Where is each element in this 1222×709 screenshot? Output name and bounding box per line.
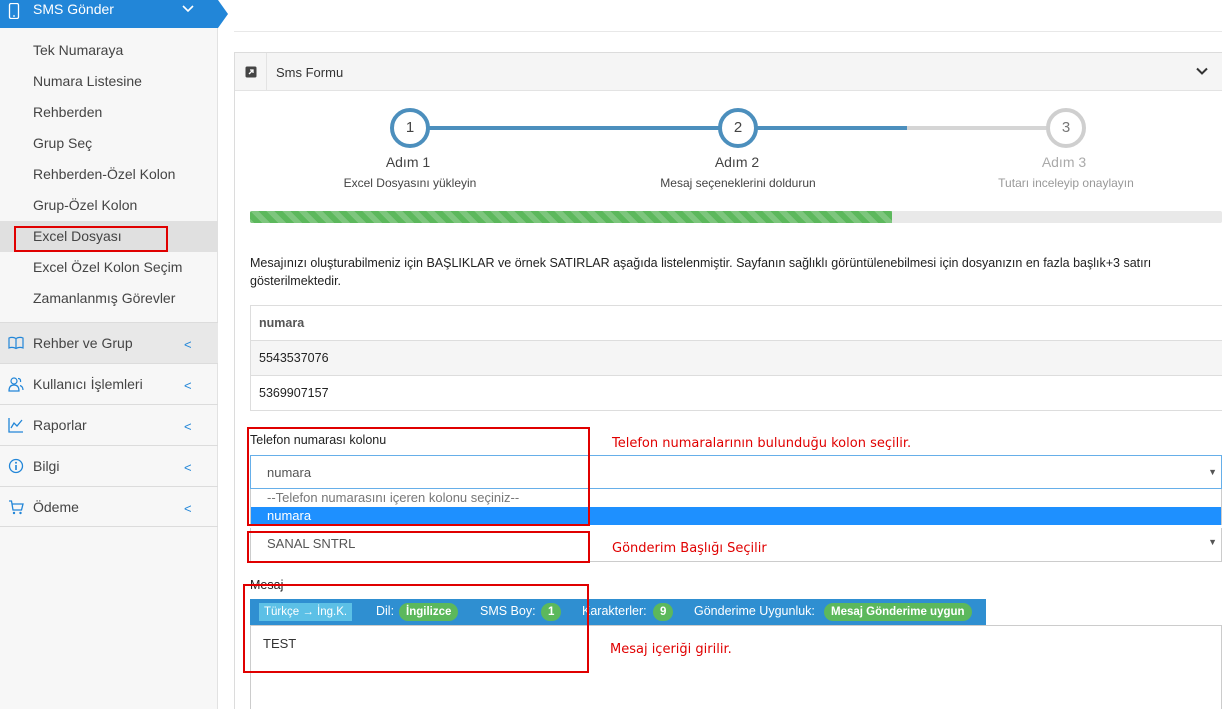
book-icon (8, 336, 24, 350)
annotation-phone: Telefon numaralarının bulunduğu kolon se… (612, 436, 912, 451)
chevron-left-icon: < (184, 501, 192, 516)
expand-button[interactable] (235, 53, 267, 91)
caret-down-icon: ▼ (1208, 467, 1217, 477)
chars-badge: 9 (653, 603, 674, 621)
info-text: Mesajınızı oluşturabilmeniz için BAŞLIKL… (250, 256, 1152, 288)
step-1-title: Adım 1 (385, 154, 431, 170)
sidebar: SMS Gönder Tek Numaraya Numara Listesine… (0, 0, 228, 709)
step-2-desc: Mesaj seçeneklerini doldurun (660, 176, 816, 190)
sidebar-item-label: Excel Özel Kolon Seçim (33, 259, 183, 275)
chevron-left-icon: < (184, 419, 192, 434)
step-1-desc: Excel Dosyasını yükleyin (343, 176, 477, 190)
table-row: 5543537076 (250, 341, 1222, 376)
caret-down-icon: ▼ (1208, 537, 1217, 547)
step-2-circle: 2 (718, 108, 758, 148)
sidebar-item-label: Tek Numaraya (33, 42, 124, 58)
step-3-desc: Tutarı inceleyip onaylayın (998, 176, 1134, 190)
sidebar-item-label: Numara Listesine (33, 73, 142, 89)
sidebar-item-grup-sec[interactable]: Grup Seç (0, 128, 218, 159)
panel-title: Sms Formu (276, 65, 344, 80)
annotation-box-excel (14, 226, 168, 252)
sidebar-group-rehber-ve-grup[interactable]: Rehber ve Grup < (0, 322, 218, 363)
table-cell: 5543537076 (259, 351, 329, 365)
active-pointer (218, 0, 228, 28)
step-connector-pending (907, 126, 1065, 130)
step-1-circle: 1 (390, 108, 430, 148)
menu-sms-gonder-label: SMS Gönder (33, 1, 114, 17)
sidebar-item-zamanlanmis-gorevler[interactable]: Zamanlanmış Görevler (0, 283, 218, 314)
panel-header: Sms Formu (235, 53, 1222, 91)
table-cell: 5369907157 (259, 386, 329, 400)
sidebar-item-rehberden-ozel-kolon[interactable]: Rehberden-Özel Kolon (0, 159, 218, 190)
cart-icon (9, 500, 24, 515)
table-header-cell: numara (259, 316, 305, 330)
sidebar-item-excel-ozel-kolon-secim[interactable]: Excel Özel Kolon Seçim (0, 252, 218, 283)
annotation-box-message (243, 584, 589, 673)
sidebar-item-numara-listesine[interactable]: Numara Listesine (0, 66, 218, 97)
sidebar-group-raporlar[interactable]: Raporlar < (0, 404, 218, 445)
chart-icon (8, 418, 23, 433)
annotation-box-phone (247, 427, 590, 526)
table-row: 5369907157 (250, 376, 1222, 411)
sidebar-group-label: Bilgi (33, 458, 60, 474)
table-header-row: numara (250, 306, 1222, 341)
preview-table: numara 5543537076 5369907157 (250, 305, 1222, 411)
sidebar-item-label: Zamanlanmış Görevler (33, 290, 176, 306)
step-3-circle: 3 (1046, 108, 1086, 148)
annotation-message: Mesaj içeriği girilir. (610, 642, 732, 657)
sidebar-item-label: Rehberden (33, 104, 103, 120)
step-3-title: Adım 3 (1041, 154, 1087, 170)
users-icon (8, 377, 24, 392)
wizard-progress-bar (250, 211, 1222, 223)
expand-icon (245, 66, 257, 78)
page-header-divider (234, 31, 1222, 32)
chevron-left-icon: < (184, 378, 192, 393)
menu-sms-gonder[interactable]: SMS Gönder (0, 0, 228, 28)
sidebar-group-label: Rehber ve Grup (33, 335, 133, 351)
sidebar-group-bilgi[interactable]: Bilgi < (0, 445, 218, 486)
chevron-left-icon: < (184, 460, 192, 475)
sidebar-group-kullanici-islemleri[interactable]: Kullanıcı İşlemleri < (0, 363, 218, 404)
sidebar-group-label: Kullanıcı İşlemleri (33, 376, 143, 392)
sidebar-item-grup-ozel-kolon[interactable]: Grup-Özel Kolon (0, 190, 218, 221)
sidebar-item-label: Grup-Özel Kolon (33, 197, 138, 213)
fit-badge: Mesaj Gönderime uygun (824, 603, 972, 621)
sidebar-group-label: Ödeme (33, 499, 79, 515)
chars-label: Karakterler: (582, 604, 647, 618)
annotation-box-sender (247, 531, 590, 563)
sidebar-group-odeme[interactable]: Ödeme < (0, 486, 218, 527)
chevron-left-icon: < (184, 337, 192, 352)
sidebar-item-label: Rehberden-Özel Kolon (33, 166, 176, 182)
chevron-down-icon (182, 5, 194, 13)
progress-fill (250, 211, 892, 223)
sidebar-item-label: Grup Seç (33, 135, 93, 151)
info-icon (8, 458, 24, 474)
sidebar-item-tek-numaraya[interactable]: Tek Numaraya (0, 35, 218, 66)
step-2-title: Adım 2 (714, 154, 760, 170)
chevron-down-icon[interactable] (1196, 67, 1208, 76)
annotation-sender: Gönderim Başlığı Seçilir (612, 541, 767, 556)
fit-label: Gönderime Uygunluk: (694, 604, 815, 618)
sidebar-group-label: Raporlar (33, 417, 87, 433)
step-connector-done (410, 126, 907, 130)
mobile-phone-icon (8, 3, 20, 19)
sidebar-item-rehberden[interactable]: Rehberden (0, 97, 218, 128)
